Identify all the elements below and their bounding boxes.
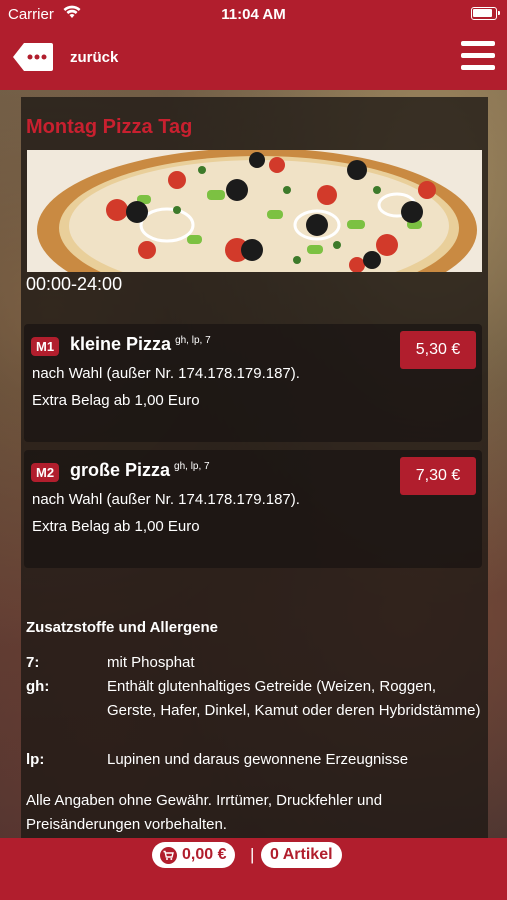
allergen-key: lp: bbox=[26, 751, 45, 768]
add-to-cart-button[interactable]: 7,30 € bbox=[400, 457, 476, 495]
back-label[interactable]: zurück bbox=[70, 49, 118, 66]
item-count: 0 Artikel bbox=[270, 846, 333, 863]
hamburger-menu-icon[interactable] bbox=[461, 41, 495, 71]
clock: 11:04 AM bbox=[221, 6, 286, 23]
status-bar: Carrier 11:04 AM bbox=[0, 0, 507, 28]
item-description: nach Wahl (außer Nr. 174.178.179.187). E… bbox=[32, 365, 300, 409]
allergen-value: Lupinen und daraus gewonnene Erzeugnisse bbox=[107, 751, 409, 768]
bar-divider: | bbox=[250, 845, 255, 864]
allergen-section-title: Zusatzstoffe und Allergene bbox=[26, 619, 218, 636]
page-title: Montag Pizza Tag bbox=[26, 116, 193, 138]
opening-hours: 00:00-24:00 bbox=[26, 274, 123, 294]
menu-item[interactable]: M2 große Pizza gh, lp, 7 nach Wahl (außer… bbox=[24, 450, 482, 568]
menu-item[interactable]: M1 kleine Pizza gh, lp, 7 nach Wahl (auße… bbox=[24, 324, 482, 442]
back-button[interactable] bbox=[12, 42, 54, 72]
item-badge: M1 bbox=[31, 337, 60, 356]
item-allergens: gh, lp, 7 bbox=[175, 335, 211, 346]
content-panel: Montag Pizza Tag 00:00-24:00 M1 kleine P… bbox=[21, 97, 488, 838]
disclaimer: Alle Angaben ohne Gewähr. Irrtümer, Druc… bbox=[26, 792, 383, 833]
nav-bar: zurück bbox=[0, 28, 507, 90]
item-description: nach Wahl (außer Nr. 174.178.179.187). E… bbox=[32, 491, 300, 535]
pizza-illustration bbox=[27, 150, 482, 272]
bottom-bar: 0,00 € | 0 Artikel bbox=[0, 838, 507, 900]
item-badge: M2 bbox=[31, 463, 60, 482]
item-count-button[interactable]: 0 Artikel bbox=[261, 842, 342, 868]
cart-icon bbox=[160, 847, 177, 864]
item-allergens: gh, lp, 7 bbox=[174, 461, 210, 472]
battery-icon bbox=[471, 7, 500, 20]
item-name: kleine Pizza gh, lp, 7 bbox=[70, 334, 211, 354]
add-to-cart-button[interactable]: 5,30 € bbox=[400, 331, 476, 369]
item-name: große Pizza gh, lp, 7 bbox=[70, 460, 210, 480]
pizza-image bbox=[27, 150, 482, 272]
allergen-key: 7: bbox=[26, 654, 40, 671]
main-content: Montag Pizza Tag 00:00-24:00 M1 kleine P… bbox=[0, 90, 507, 838]
cart-total: 0,00 € bbox=[182, 846, 227, 863]
allergen-value: mit Phosphat bbox=[107, 654, 195, 671]
cart-total-button[interactable]: 0,00 € bbox=[152, 842, 236, 868]
allergen-value: Enthält glutenhaltiges Getreide (Weizen,… bbox=[107, 678, 481, 719]
allergen-key: gh: bbox=[26, 678, 50, 695]
